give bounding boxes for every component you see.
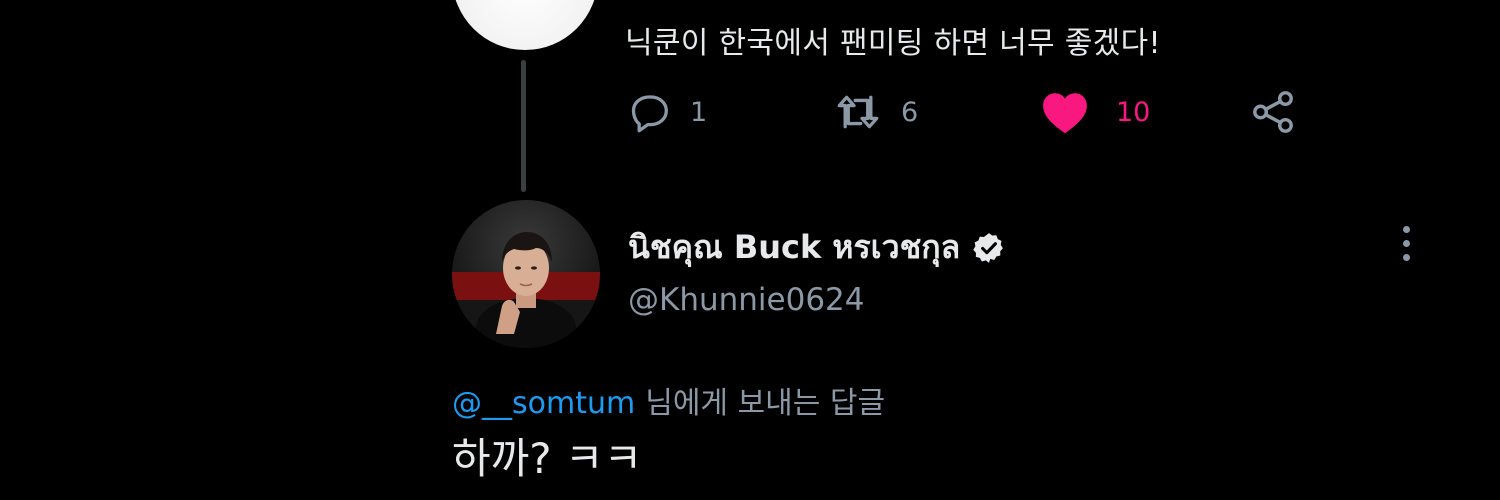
- display-name[interactable]: นิชคุณ Buck หรเวชกุล: [628, 222, 960, 273]
- user-handle[interactable]: @Khunnie0624: [628, 282, 865, 318]
- display-name-row[interactable]: นิชคุณ Buck หรเวชกุล: [628, 222, 1006, 273]
- more-dot-icon: [1403, 254, 1410, 261]
- user-avatar[interactable]: [452, 200, 600, 348]
- reply-icon: [631, 95, 668, 133]
- more-dot-icon: [1403, 240, 1410, 247]
- replying-to-line: @__somtum 님에게 보내는 답글: [452, 378, 885, 422]
- reply-button[interactable]: 1: [628, 88, 707, 136]
- replying-to-mention[interactable]: @__somtum: [452, 386, 635, 421]
- retweet-button[interactable]: 6: [833, 88, 918, 136]
- retweet-count: 6: [901, 96, 919, 128]
- replying-to-label: 님에게 보내는 답글: [645, 386, 886, 421]
- tweet-thread: 닉쿤이 한국에서 팬미팅 하면 너무 좋겠다! 1 6 10 นิชคุณ Bu…: [0, 0, 1500, 500]
- share-icon: [1253, 91, 1293, 133]
- verified-badge-icon: [973, 232, 1004, 263]
- share-button[interactable]: [1250, 88, 1296, 136]
- reply-tweet-text: 하까? ㅋㅋ: [452, 434, 643, 483]
- heart-filled-icon: [1043, 93, 1087, 134]
- retweet-icon: [837, 95, 879, 129]
- profile-photo: [452, 200, 600, 348]
- more-dot-icon: [1403, 226, 1410, 233]
- reply-count: 1: [690, 96, 708, 128]
- like-count: 10: [1116, 96, 1151, 128]
- parent-avatar[interactable]: [452, 0, 598, 50]
- parent-tweet-text: 닉쿤이 한국에서 팬미팅 하면 너무 좋겠다!: [625, 26, 1161, 61]
- thread-connector-line: [521, 60, 526, 192]
- like-button[interactable]: 10: [1040, 88, 1150, 136]
- more-options-button[interactable]: [1396, 224, 1416, 264]
